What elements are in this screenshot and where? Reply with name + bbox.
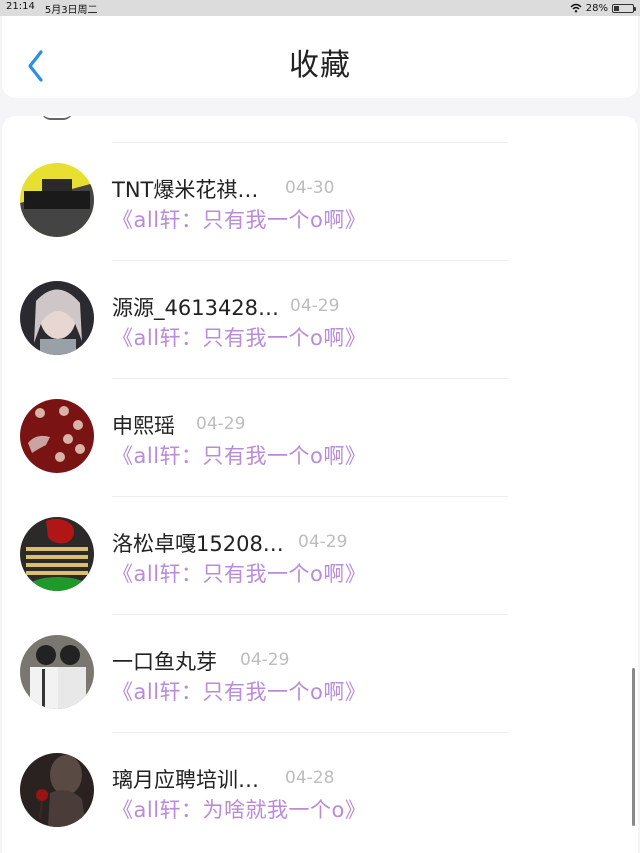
- list-item[interactable]: 一口鱼丸芽 04-29 《all轩：只有我一个o啊》: [2, 588, 638, 709]
- divider: [112, 378, 508, 379]
- item-name: 源源_4613428…: [112, 296, 280, 320]
- scrollbar[interactable]: [632, 668, 635, 826]
- item-message[interactable]: 《all轩：只有我一个o啊》: [112, 676, 366, 706]
- item-date: 04-29: [290, 296, 340, 316]
- page-title: 收藏: [289, 48, 351, 83]
- battery-icon: [612, 3, 636, 13]
- wifi-icon: [570, 3, 582, 13]
- list-item[interactable]: 璃月应聘培训… 04-28 《all轩：为啥就我一个o》: [2, 706, 638, 827]
- divider: [112, 496, 508, 497]
- avatar[interactable]: [20, 753, 94, 827]
- list-item[interactable]: 洛松卓嘎15208… 04-29 《all轩：只有我一个o啊》: [2, 470, 638, 591]
- divider: [112, 732, 508, 733]
- list-item[interactable]: 申熙瑶 04-29 《all轩：只有我一个o啊》: [2, 352, 638, 473]
- list-item[interactable]: TNT爆米花祺… 04-30 《all轩：只有我一个o啊》: [2, 116, 638, 237]
- item-name: TNT爆米花祺…: [112, 178, 259, 202]
- divider: [112, 142, 508, 143]
- avatar[interactable]: [20, 399, 94, 473]
- item-message[interactable]: 《all轩：只有我一个o啊》: [112, 558, 366, 588]
- item-date: 04-29: [196, 414, 246, 434]
- battery-percent: 28%: [585, 2, 608, 14]
- item-name: 洛松卓嘎15208…: [112, 532, 284, 556]
- nav-header: 收藏: [2, 16, 638, 98]
- item-message[interactable]: 《all轩：为啥就我一个o》: [112, 794, 366, 824]
- item-date: 04-30: [285, 178, 335, 198]
- item-name: 璃月应聘培训…: [112, 768, 259, 792]
- item-date: 04-28: [285, 768, 335, 788]
- battery-level: [614, 5, 619, 11]
- divider: [112, 260, 508, 261]
- avatar[interactable]: [20, 635, 94, 709]
- divider: [112, 614, 508, 615]
- item-date: 04-29: [240, 650, 290, 670]
- avatar[interactable]: [20, 281, 94, 355]
- status-time: 21:14: [6, 0, 35, 12]
- item-message[interactable]: 《all轩：只有我一个o啊》: [112, 440, 366, 470]
- avatar[interactable]: [20, 163, 94, 237]
- item-name: 一口鱼丸芽: [112, 650, 217, 674]
- item-date: 04-29: [298, 532, 348, 552]
- status-bar: 21:14 5月3日周二 28%: [0, 0, 640, 16]
- list-item[interactable]: 源源_4613428… 04-29 《all轩：只有我一个o啊》: [2, 234, 638, 355]
- item-message[interactable]: 《all轩：只有我一个o啊》: [112, 322, 366, 352]
- item-message[interactable]: 《all轩：只有我一个o啊》: [112, 204, 366, 234]
- favorites-list[interactable]: TNT爆米花祺… 04-30 《all轩：只有我一个o啊》 源源_4613428…: [2, 116, 638, 853]
- avatar[interactable]: [20, 517, 94, 591]
- item-name: 申熙瑶: [112, 414, 175, 438]
- status-date: 5月3日周二: [44, 4, 98, 16]
